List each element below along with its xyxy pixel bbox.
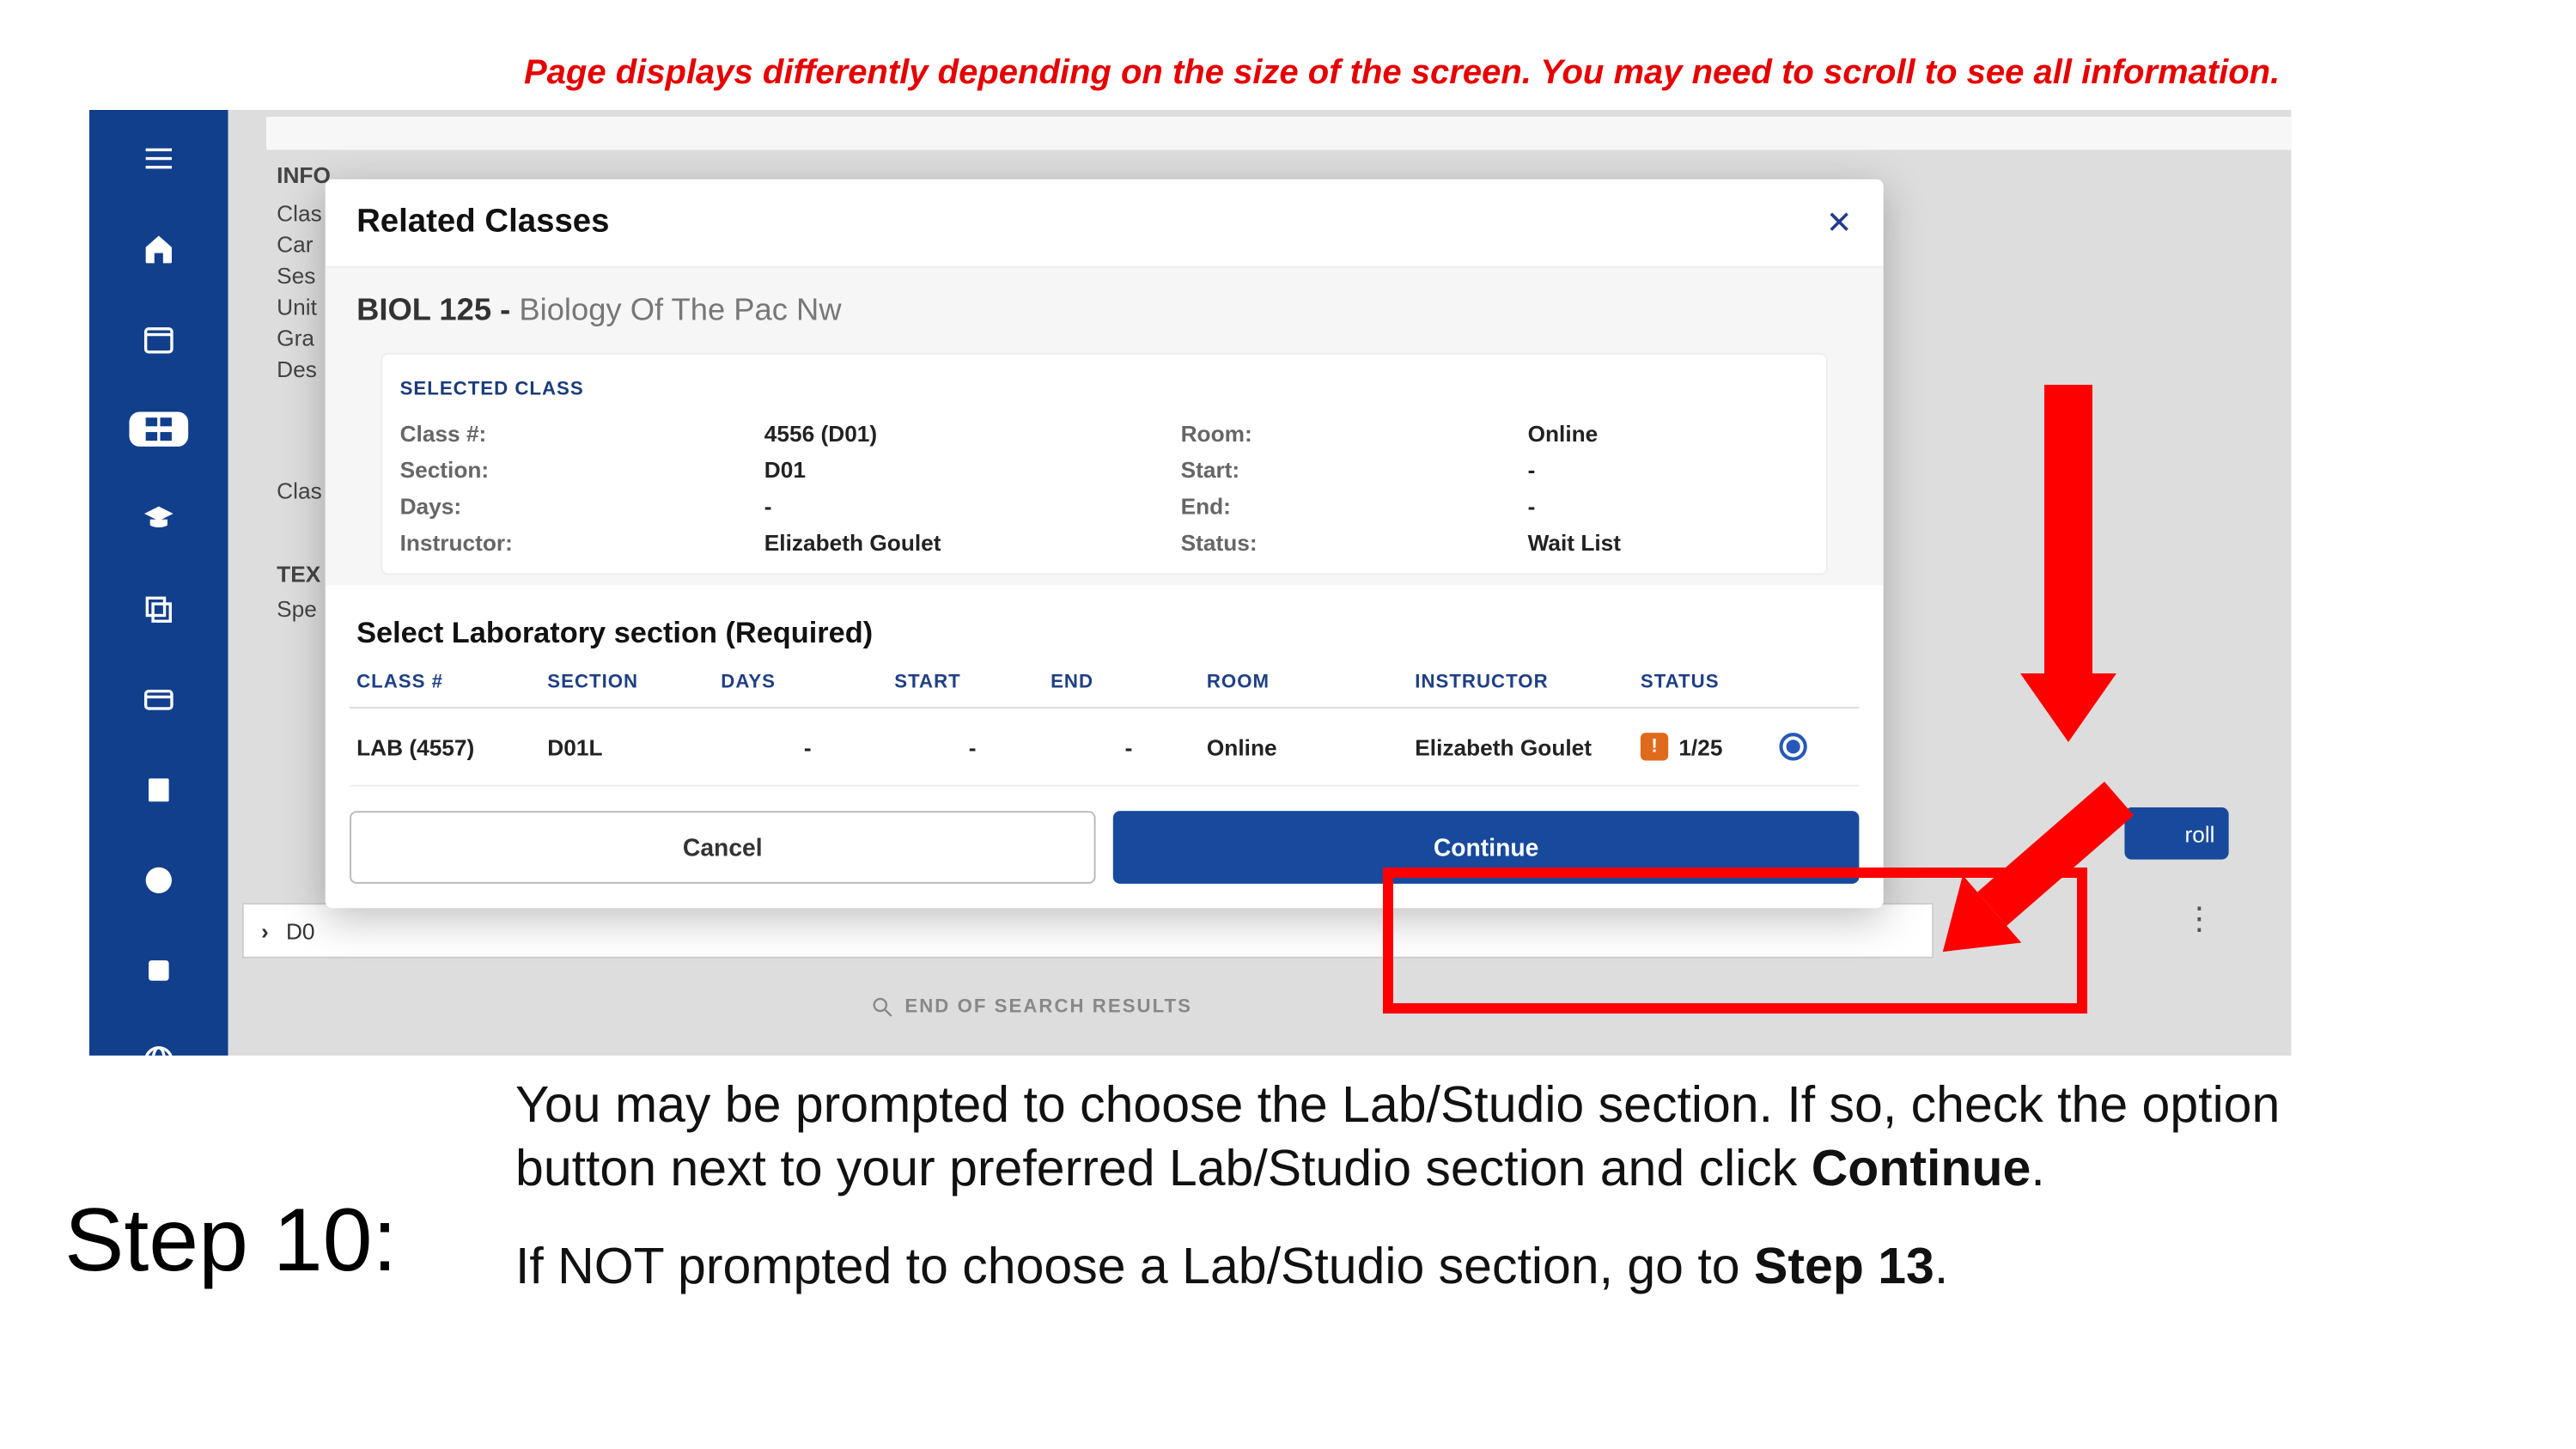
lab-section-row[interactable]: LAB (4557) D01L - - - Online Elizabeth G… — [350, 709, 1859, 787]
field-value: Online — [1528, 421, 1809, 447]
field-value: 4556 (D01) — [764, 421, 1181, 447]
field-label: Room: — [1181, 421, 1528, 447]
info-icon[interactable] — [138, 863, 180, 898]
cell-end: - — [1050, 734, 1207, 759]
end-of-results-label: END OF SEARCH RESULTS — [870, 995, 1192, 1019]
bg-label: Car — [277, 231, 313, 257]
home-icon[interactable] — [138, 231, 180, 265]
callout-box-continue — [1383, 868, 2087, 1014]
chevron-right-icon: › — [261, 917, 269, 943]
lab-section-radio[interactable] — [1779, 733, 1848, 760]
bg-label: Spe — [277, 596, 317, 622]
cancel-button[interactable]: Cancel — [350, 811, 1096, 884]
globe-icon[interactable] — [138, 1044, 180, 1056]
bg-label: Des — [277, 356, 317, 382]
field-label: Class #: — [400, 421, 764, 447]
field-label: Days: — [400, 493, 764, 519]
bg-label: Clas — [277, 478, 322, 503]
more-options-icon[interactable]: ⋮ — [2183, 901, 2214, 937]
bg-label: Clas — [277, 200, 322, 226]
app-sidebar: NSC — [89, 110, 228, 1056]
course-heading: BIOL 125 - Biology Of The Pac Nw — [356, 292, 1852, 328]
field-value: Wait List — [1528, 530, 1809, 556]
bg-label: Gra — [277, 325, 314, 350]
field-label: Section: — [400, 457, 764, 483]
field-label: Status: — [1181, 530, 1528, 556]
bg-label: Unit — [277, 294, 317, 320]
bg-top-row — [266, 117, 2291, 149]
step-number: Step 10: — [64, 1190, 397, 1292]
select-lab-title: Select Laboratory section (Required) — [326, 585, 1884, 658]
field-value: - — [1528, 493, 1809, 519]
selected-class-card: SELECTED CLASS Class #: 4556 (D01) Room:… — [381, 353, 1828, 575]
search-icon — [870, 995, 894, 1019]
expander-label: D0 — [286, 917, 315, 943]
close-icon[interactable]: ✕ — [1826, 204, 1852, 240]
step-instructions: You may be prompted to choose the Lab/St… — [515, 1074, 2417, 1332]
field-label: Instructor: — [400, 530, 764, 556]
calendar-icon[interactable] — [138, 321, 180, 356]
card-icon[interactable] — [138, 683, 180, 717]
cell-instructor: Elizabeth Goulet — [1415, 734, 1641, 759]
cell-class-num: LAB (4557) — [356, 734, 547, 759]
copy-icon[interactable] — [138, 593, 180, 627]
cell-section: D01L — [547, 734, 721, 759]
field-value: D01 — [764, 457, 1181, 483]
cell-status: ! 1/25 — [1641, 733, 1780, 760]
bg-label: INFO — [277, 162, 331, 188]
lab-table-header: CLASS # SECTION DAYS START END ROOM INST… — [350, 658, 1859, 709]
selected-class-label: SELECTED CLASS — [400, 379, 1809, 399]
cell-room: Online — [1207, 734, 1415, 759]
callout-arrow-radio — [2044, 385, 2116, 742]
cell-days: - — [721, 734, 894, 759]
field-label: End: — [1181, 493, 1528, 519]
menu-icon[interactable] — [138, 141, 180, 175]
field-value: - — [1528, 457, 1809, 483]
book-icon[interactable] — [138, 773, 180, 807]
field-value: - — [764, 493, 1181, 519]
field-label: Start: — [1181, 457, 1528, 483]
profile-icon[interactable] — [138, 953, 180, 988]
related-classes-modal: Related Classes ✕ BIOL 125 - Biology Of … — [326, 180, 1884, 908]
waitlist-warning-icon: ! — [1641, 733, 1668, 760]
classes-icon[interactable] — [129, 411, 188, 446]
bg-label: TEX — [277, 561, 320, 587]
academics-icon[interactable] — [138, 502, 180, 537]
scroll-warning-banner: Page displays differently depending on t… — [524, 53, 2404, 92]
cell-start: - — [894, 734, 1050, 759]
field-value: Elizabeth Goulet — [764, 530, 1181, 556]
bg-label: Ses — [277, 263, 315, 289]
modal-title: Related Classes — [356, 204, 609, 241]
